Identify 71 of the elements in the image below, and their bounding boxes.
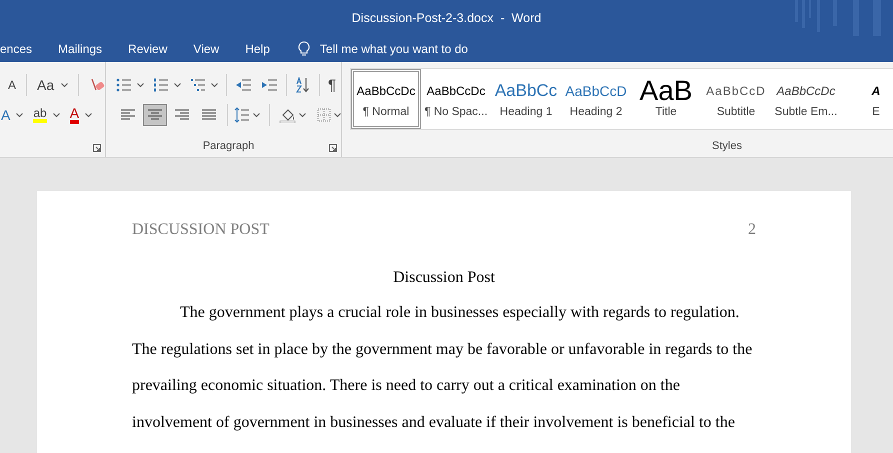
style-name: Heading 2 — [570, 106, 622, 118]
sort-icon[interactable] — [295, 77, 311, 93]
tell-me-field[interactable]: Tell me what you want to do — [320, 42, 468, 56]
ribbon-tab[interactable]: ences — [0, 42, 32, 56]
style-name: Title — [655, 106, 677, 118]
window-title: Discussion-Post-2-3.docx - Word — [352, 11, 542, 25]
line-spacing-icon[interactable] — [234, 107, 250, 123]
style-preview: AaBbCcDc — [426, 83, 486, 100]
caret-icon[interactable] — [211, 82, 218, 88]
style-preview: AaBbCcD — [565, 82, 627, 101]
align-right-icon[interactable] — [174, 108, 190, 122]
change-case-button[interactable]: Aa — [36, 78, 54, 92]
eraser-icon[interactable] — [89, 77, 106, 93]
bullets-icon[interactable] — [116, 78, 132, 92]
style-item[interactable]: AaB Title — [631, 69, 701, 129]
ribbon-tab[interactable]: Mailings — [58, 42, 102, 56]
increase-indent-icon[interactable] — [261, 78, 278, 92]
caret-icon[interactable] — [137, 82, 144, 88]
dialog-launcher-icon[interactable] — [329, 144, 337, 152]
style-preview: AaBbCc — [494, 80, 558, 102]
document-title: Discussion Post — [393, 269, 495, 286]
group-label: Styles — [711, 139, 743, 154]
caret-icon[interactable] — [253, 112, 260, 118]
style-preview: AaBbCcD — [706, 83, 766, 100]
style-preview: AaBbCcDc — [356, 83, 416, 100]
style-item[interactable]: AaBbCcD Heading 2 — [561, 69, 631, 129]
caret-icon[interactable] — [334, 112, 341, 118]
numbering-icon[interactable] — [153, 78, 169, 92]
ribbon-tab[interactable]: Help — [245, 42, 270, 56]
align-button[interactable] — [143, 104, 167, 126]
caret-icon[interactable] — [85, 112, 92, 118]
caret-icon[interactable] — [16, 112, 24, 118]
caret-icon[interactable] — [174, 82, 181, 88]
caret-icon[interactable] — [61, 82, 68, 88]
style-item[interactable]: AaBbCcD Subtitle — [701, 69, 771, 129]
style-name: Subtle Em... — [774, 106, 838, 118]
style-item[interactable]: AaBbCcDc ¶ Normal — [351, 69, 421, 129]
text-effects-button[interactable]: A — [1, 108, 10, 122]
style-name: ¶ Normal — [362, 106, 410, 118]
dialog-launcher-icon[interactable] — [93, 144, 101, 152]
ribbon-tab[interactable]: Review — [128, 42, 168, 56]
ribbon-tab[interactable]: View — [193, 42, 220, 56]
shrink-font-button[interactable]: A — [8, 79, 16, 91]
decrease-indent-icon[interactable] — [235, 78, 252, 92]
font-color-button[interactable]: A — [70, 106, 80, 124]
caret-icon[interactable] — [299, 112, 306, 118]
align-justify-icon[interactable] — [201, 108, 217, 122]
style-name: Subtitle — [716, 106, 756, 118]
style-item[interactable]: AaBbCc Heading 1 — [491, 69, 561, 129]
group-label: Paragraph — [202, 139, 254, 154]
style-preview: A — [872, 83, 880, 100]
style-name: E — [872, 106, 880, 118]
style-name: ¶ No Spac... — [424, 106, 488, 118]
style-preview: AaB — [640, 80, 692, 102]
align-left-icon[interactable] — [120, 108, 136, 122]
multilevel-list-icon[interactable] — [190, 78, 206, 92]
show-marks-button[interactable]: ¶ — [328, 78, 336, 92]
style-item[interactable]: AaBbCcDc ¶ No Spac... — [421, 69, 491, 129]
style-name: Heading 1 — [500, 106, 552, 118]
page-number: 2 — [748, 221, 756, 239]
borders-icon[interactable] — [317, 108, 331, 122]
caret-icon[interactable] — [52, 112, 60, 118]
lightbulb-icon[interactable] — [298, 41, 310, 57]
highlight-button[interactable]: ab — [33, 107, 47, 123]
style-item[interactable]: A E — [841, 69, 893, 129]
page-header: DISCUSSION POST — [132, 221, 270, 239]
body-paragraph: The government plays a crucial role in businesses especially with regards to regulation. The regulations set in place by the government may be favorable or unfavorable in regards to the prevailing economic situation. There is need to carry out a critical examination on the involvement of government in businesses and evaluate if their involvement is beneficial to the — [132, 303, 754, 434]
style-item[interactable]: AaBbCcDc Subtle Em... — [771, 69, 841, 129]
align-center-icon[interactable] — [147, 108, 163, 122]
style-preview: AaBbCcDc — [776, 83, 836, 100]
shading-icon[interactable] — [279, 107, 296, 123]
